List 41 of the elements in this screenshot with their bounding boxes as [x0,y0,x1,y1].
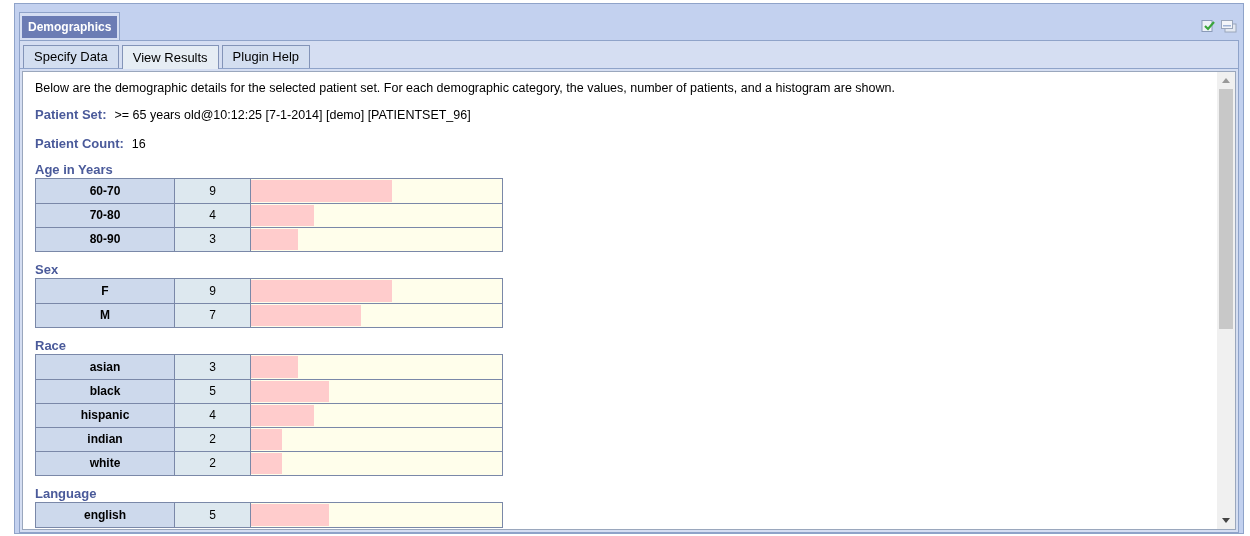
table-cell: black [36,379,175,403]
table-cell: 60-70 [36,178,175,203]
table-cell: 2 [175,427,251,451]
table-cell: M [36,303,175,327]
scrollbar[interactable] [1217,72,1235,529]
table-cell: 70-80 [36,203,175,227]
field-value: >= 65 years old@10:12:25 [7-1-2014] [demo] [PATIENTSET_96] [114,107,471,124]
table-cell: hispanic [36,403,175,427]
tab[interactable]: Specify Data [23,45,119,68]
table-cell: 5 [175,502,251,527]
scroll-up-icon[interactable] [1222,78,1230,83]
table-cell: asian [36,354,175,379]
panel-title: Demographics [22,16,118,38]
table-cell: F [36,278,175,303]
section-heading: Race [35,337,67,354]
table-cell: 9 [175,178,251,203]
table-cell: 7 [175,303,251,327]
tab[interactable]: View Results [121,45,219,69]
table-cell: 5 [175,379,251,403]
field-value: 16 [131,135,146,153]
section-heading: Age in Years [35,161,113,178]
table-cell: 4 [175,403,251,427]
table-cell: 3 [175,227,251,251]
table-cell: 4 [175,203,251,227]
table-cell: 80-90 [36,227,175,251]
tab[interactable]: Plugin Help [221,45,311,68]
table-cell: white [36,451,175,475]
table-cell: 2 [175,451,251,475]
windows-icon [1221,19,1237,33]
section-heading: Language [35,485,97,502]
table-cell: 3 [175,354,251,379]
checked-document-icon [1201,19,1215,32]
field-label: Patient Count: [35,134,124,153]
scrollbar-thumb[interactable] [1219,89,1233,329]
table-cell: 9 [175,278,251,303]
section-heading: Sex [35,261,59,278]
table-cell: english [36,502,175,527]
table-cell: indian [36,427,175,451]
field-label: Patient Set: [35,106,107,124]
intro-text: Below are the demographic details for the selected patient set. For each demographic category, the values, number of patients, and a histogram are shown. [35,80,895,96]
scroll-down-icon[interactable] [1222,518,1230,523]
